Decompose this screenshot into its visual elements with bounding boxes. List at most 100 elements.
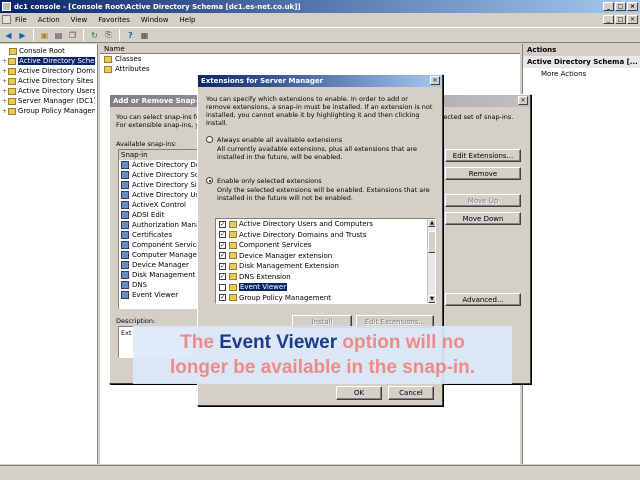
snapin-icon	[121, 161, 129, 169]
list-item[interactable]: Certificates	[119, 230, 199, 240]
tree-item-console-root[interactable]: Console Root	[2, 46, 95, 56]
tutorial-caption: The Event Viewer option will no longer b…	[133, 326, 512, 384]
list-item[interactable]: ✓ Active Directory Domains and Trusts	[216, 230, 435, 241]
menu-action[interactable]: Action	[38, 16, 60, 24]
menu-view[interactable]: View	[71, 16, 88, 24]
edit-extensions-button[interactable]: Edit Extensions...	[445, 149, 521, 162]
list-item[interactable]: Active Directory Use...	[119, 190, 199, 200]
list-item[interactable]: ActiveX Control	[119, 200, 199, 210]
enable-selected-label[interactable]: Enable only selected extensions	[217, 177, 322, 185]
checkbox-ext-event-viewer[interactable]	[219, 283, 226, 291]
menu-help[interactable]: Help	[180, 16, 196, 24]
snapins-close-button[interactable]: ×	[518, 96, 528, 105]
child-close-button[interactable]: ×	[627, 15, 638, 24]
folder-icon	[9, 47, 17, 55]
snapin-icon	[121, 221, 129, 229]
list-item[interactable]: ADSI Edit	[119, 210, 199, 220]
folder-icon	[229, 241, 237, 249]
advanced-button[interactable]: Advanced...	[445, 293, 521, 306]
enable-all-label[interactable]: Always enable all available extensions	[217, 136, 342, 144]
caption-line-1: The Event Viewer option will no	[180, 332, 465, 353]
move-up-button[interactable]: Move Up	[445, 194, 521, 207]
close-button[interactable]: ×	[627, 2, 638, 11]
enable-selected-description: Only the selected extensions will be ena…	[217, 186, 430, 202]
list-item[interactable]: Component Services	[119, 240, 199, 250]
cancel-button[interactable]: Cancel	[388, 386, 434, 400]
list-item[interactable]: Event Viewer	[216, 282, 435, 293]
list-item[interactable]: ✓ Component Services	[216, 240, 435, 251]
child-restore-button[interactable]: □	[615, 15, 626, 24]
list-item[interactable]: ✓ Group Policy Management	[216, 293, 435, 304]
checkbox-ext-gpm[interactable]: ✓	[219, 294, 226, 302]
list-item[interactable]: Active Directory Sch...	[119, 170, 199, 180]
list-item[interactable]: Authorization Manager	[119, 220, 199, 230]
checkbox-ext-disk-management[interactable]: ✓	[219, 262, 226, 270]
tree-item-ad-sites[interactable]: +Active Directory Sites and Services	[2, 76, 95, 86]
list-item[interactable]: Active Directory Site...	[119, 180, 199, 190]
menu-file[interactable]: File	[15, 16, 27, 24]
checkbox-ext-aduc[interactable]: ✓	[219, 220, 226, 228]
extensions-scrollbar[interactable]: ▲ ▼	[427, 219, 435, 303]
toolbar-separator	[119, 29, 120, 41]
list-item[interactable]: Disk Management	[119, 270, 199, 280]
snapin-icon	[121, 251, 129, 259]
list-item[interactable]: Classes	[100, 54, 520, 64]
child-minimize-button[interactable]: _	[603, 15, 614, 24]
checkbox-ext-dns[interactable]: ✓	[219, 273, 226, 281]
radio-enable-selected[interactable]	[206, 177, 213, 184]
help-icon[interactable]: ?	[125, 30, 136, 41]
remove-button[interactable]: Remove	[445, 167, 521, 180]
folder-icon	[104, 55, 112, 63]
show-tree-icon[interactable]: ▤	[53, 30, 64, 41]
scroll-up-arrow-icon[interactable]: ▲	[428, 219, 435, 227]
menu-window[interactable]: Window	[141, 16, 169, 24]
list-item[interactable]: Event Viewer	[119, 290, 199, 300]
checkbox-ext-device-manager[interactable]: ✓	[219, 252, 226, 260]
radio-enable-all[interactable]	[206, 136, 213, 143]
list-item[interactable]: Device Manager	[119, 260, 199, 270]
column-header-snapin[interactable]: Snap-in	[119, 150, 199, 160]
tree-item-ad-domains[interactable]: +Active Directory Domains and Trusts	[2, 66, 95, 76]
move-down-button[interactable]: Move Down	[445, 212, 521, 225]
folder-icon	[104, 65, 112, 73]
scroll-thumb[interactable]	[428, 231, 435, 253]
maximize-button[interactable]: □	[615, 2, 626, 11]
export-list-icon[interactable]: ⎘	[103, 30, 114, 41]
extensions-dialog-title: Extensions for Server Manager	[198, 75, 442, 87]
dns-icon	[229, 273, 237, 281]
list-item[interactable]: Computer Managem...	[119, 250, 199, 260]
actions-section-schema[interactable]: Active Directory Schema [...	[523, 56, 640, 68]
extensions-close-button[interactable]: ×	[430, 76, 440, 85]
list-item[interactable]: ✓ Device Manager extension	[216, 251, 435, 262]
tree-item-ad-users[interactable]: +Active Directory Users and Computers	[2, 86, 95, 96]
checkbox-ext-component-services[interactable]: ✓	[219, 241, 226, 249]
list-item[interactable]: ✓ DNS Extension	[216, 272, 435, 283]
list-item[interactable]: ✓ Active Directory Users and Computers	[216, 219, 435, 230]
minimize-button[interactable]: _	[603, 2, 614, 11]
refresh-icon[interactable]: ↻	[89, 30, 100, 41]
up-folder-icon[interactable]: ▣	[39, 30, 50, 41]
list-item[interactable]: ✓ Disk Management Extension	[216, 261, 435, 272]
scroll-down-arrow-icon[interactable]: ▼	[428, 295, 435, 303]
tree-item-ad-schema[interactable]: +Active Directory Schema	[2, 56, 95, 66]
tree-item-gpm[interactable]: +Group Policy Management	[2, 106, 95, 116]
back-arrow-icon[interactable]: ◀	[3, 30, 14, 41]
menu-favorites[interactable]: Favorites	[98, 16, 130, 24]
tree-item-server-manager[interactable]: + Server Manager (DC1)	[2, 96, 95, 106]
list-item[interactable]: Attributes	[100, 64, 520, 74]
checkbox-ext-addt[interactable]: ✓	[219, 231, 226, 239]
more-actions-link[interactable]: More Actions	[523, 68, 640, 80]
column-header-name[interactable]: Name	[100, 44, 520, 54]
list-item[interactable]: DNS	[119, 280, 199, 290]
list-item[interactable]: Active Directory Do...	[119, 160, 199, 170]
extensions-list[interactable]: ✓ Active Directory Users and Computers ✓ A…	[215, 218, 436, 304]
snapin-icon	[121, 171, 129, 179]
window-title: dc1 console - [Console Root\Active Direc…	[14, 2, 301, 11]
properties-icon[interactable]: ▦	[139, 30, 150, 41]
available-snapins-list[interactable]: Snap-in Active Directory Do... Active Di…	[118, 149, 200, 309]
forward-arrow-icon[interactable]: ▶	[17, 30, 28, 41]
ok-button[interactable]: OK	[336, 386, 382, 400]
copy-icon[interactable]: ❐	[67, 30, 78, 41]
event-viewer-icon	[229, 283, 237, 291]
policy-icon	[229, 294, 237, 302]
